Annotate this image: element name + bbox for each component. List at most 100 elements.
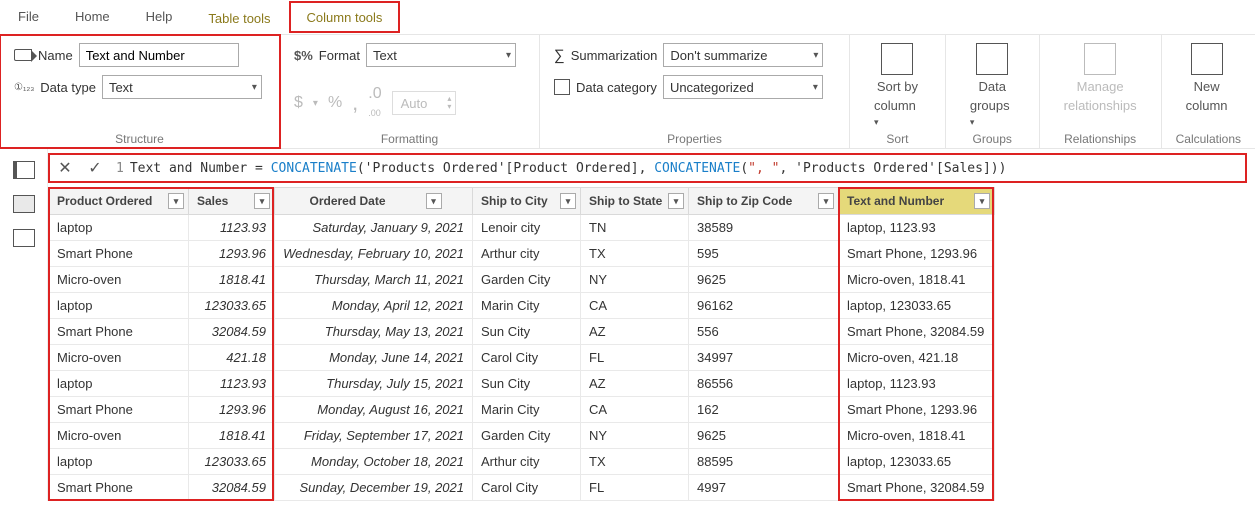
cell-product[interactable]: Smart Phone	[49, 319, 189, 345]
cell-zip[interactable]: 9625	[689, 423, 839, 449]
data-view-icon[interactable]	[13, 195, 35, 213]
cell-text[interactable]: Micro-oven, 1818.41	[839, 267, 995, 293]
cell-sales[interactable]: 1818.41	[189, 267, 275, 293]
cell-date[interactable]: Thursday, July 15, 2021	[275, 371, 473, 397]
formula-input[interactable]: Text and Number = CONCATENATE('Products …	[130, 161, 1245, 176]
cell-product[interactable]: Micro-oven	[49, 423, 189, 449]
cell-text[interactable]: laptop, 123033.65	[839, 449, 995, 475]
cell-date[interactable]: Thursday, May 13, 2021	[275, 319, 473, 345]
table-row[interactable]: laptop1123.93Saturday, January 9, 2021Le…	[49, 215, 995, 241]
tab-file[interactable]: File	[0, 0, 57, 34]
cell-zip[interactable]: 88595	[689, 449, 839, 475]
cell-city[interactable]: Carol City	[473, 475, 581, 501]
table-row[interactable]: laptop123033.65Monday, October 18, 2021A…	[49, 449, 995, 475]
col-header-zip[interactable]: Ship to Zip Code	[697, 194, 792, 208]
cell-state[interactable]: TN	[581, 215, 689, 241]
cell-state[interactable]: NY	[581, 267, 689, 293]
filter-dropdown-icon[interactable]: ▾	[560, 193, 576, 209]
category-select[interactable]: Uncategorized ▾	[663, 75, 823, 99]
cell-zip[interactable]: 96162	[689, 293, 839, 319]
sort-by-column-button[interactable]: Sort by column ▾	[864, 43, 931, 128]
tab-help[interactable]: Help	[128, 0, 191, 34]
cell-sales[interactable]: 1123.93	[189, 215, 275, 241]
report-view-icon[interactable]	[13, 161, 35, 179]
cell-city[interactable]: Garden City	[473, 423, 581, 449]
name-input[interactable]	[79, 43, 239, 67]
datatype-select[interactable]: Text ▾	[102, 75, 262, 99]
cell-state[interactable]: AZ	[581, 371, 689, 397]
cell-sales[interactable]: 1818.41	[189, 423, 275, 449]
filter-dropdown-icon[interactable]: ▾	[254, 193, 270, 209]
table-row[interactable]: Smart Phone1293.96Monday, August 16, 202…	[49, 397, 995, 423]
cell-city[interactable]: Marin City	[473, 293, 581, 319]
manage-relationships-button[interactable]: Manage relationships	[1054, 43, 1147, 113]
table-row[interactable]: Smart Phone32084.59Thursday, May 13, 202…	[49, 319, 995, 345]
col-header-sales[interactable]: Sales	[197, 194, 228, 208]
cell-date[interactable]: Saturday, January 9, 2021	[275, 215, 473, 241]
decimal-places-spinner[interactable]: Auto ▴▾	[392, 91, 457, 115]
cell-city[interactable]: Carol City	[473, 345, 581, 371]
cell-product[interactable]: Micro-oven	[49, 345, 189, 371]
table-row[interactable]: Micro-oven1818.41Thursday, March 11, 202…	[49, 267, 995, 293]
cell-state[interactable]: NY	[581, 423, 689, 449]
cell-state[interactable]: TX	[581, 449, 689, 475]
cell-product[interactable]: laptop	[49, 293, 189, 319]
cell-text[interactable]: laptop, 1123.93	[839, 371, 995, 397]
model-view-icon[interactable]	[13, 229, 35, 247]
cell-city[interactable]: Sun City	[473, 371, 581, 397]
cell-text[interactable]: Micro-oven, 421.18	[839, 345, 995, 371]
cell-text[interactable]: Micro-oven, 1818.41	[839, 423, 995, 449]
col-header-product[interactable]: Product Ordered	[57, 194, 152, 208]
cell-product[interactable]: Smart Phone	[49, 397, 189, 423]
cell-zip[interactable]: 162	[689, 397, 839, 423]
col-header-city[interactable]: Ship to City	[481, 194, 548, 208]
cell-zip[interactable]: 86556	[689, 371, 839, 397]
tab-table-tools[interactable]: Table tools	[190, 0, 288, 34]
cell-zip[interactable]: 556	[689, 319, 839, 345]
cell-date[interactable]: Wednesday, February 10, 2021	[275, 241, 473, 267]
cell-city[interactable]: Marin City	[473, 397, 581, 423]
table-row[interactable]: Micro-oven421.18Monday, June 14, 2021Car…	[49, 345, 995, 371]
cell-city[interactable]: Sun City	[473, 319, 581, 345]
cell-zip[interactable]: 595	[689, 241, 839, 267]
cell-product[interactable]: Micro-oven	[49, 267, 189, 293]
cell-text[interactable]: laptop, 123033.65	[839, 293, 995, 319]
col-header-state[interactable]: Ship to State	[589, 194, 662, 208]
tab-column-tools[interactable]: Column tools	[289, 1, 401, 33]
col-header-date[interactable]: Ordered Date	[309, 194, 385, 208]
cell-product[interactable]: Smart Phone	[49, 475, 189, 501]
cell-sales[interactable]: 123033.65	[189, 449, 275, 475]
filter-dropdown-icon[interactable]: ▾	[818, 193, 834, 209]
format-select[interactable]: Text ▾	[366, 43, 516, 67]
currency-button[interactable]: $	[294, 94, 303, 112]
data-groups-button[interactable]: Data groups ▾	[960, 43, 1025, 128]
table-row[interactable]: laptop123033.65Monday, April 12, 2021Mar…	[49, 293, 995, 319]
filter-dropdown-icon[interactable]: ▾	[668, 193, 684, 209]
cell-sales[interactable]: 1293.96	[189, 241, 275, 267]
cell-state[interactable]: FL	[581, 345, 689, 371]
filter-dropdown-icon[interactable]: ▾	[974, 193, 990, 209]
tab-home[interactable]: Home	[57, 0, 128, 34]
cell-sales[interactable]: 32084.59	[189, 319, 275, 345]
summarization-select[interactable]: Don't summarize ▾	[663, 43, 823, 67]
cell-text[interactable]: Smart Phone, 32084.59	[839, 319, 995, 345]
commit-formula-button[interactable]: ✓	[80, 158, 110, 178]
cell-sales[interactable]: 123033.65	[189, 293, 275, 319]
cell-sales[interactable]: 1123.93	[189, 371, 275, 397]
cell-text[interactable]: laptop, 1123.93	[839, 215, 995, 241]
cell-zip[interactable]: 34997	[689, 345, 839, 371]
cell-city[interactable]: Arthur city	[473, 241, 581, 267]
new-column-button[interactable]: New column	[1176, 43, 1238, 113]
cell-date[interactable]: Thursday, March 11, 2021	[275, 267, 473, 293]
cell-zip[interactable]: 9625	[689, 267, 839, 293]
cell-sales[interactable]: 1293.96	[189, 397, 275, 423]
table-row[interactable]: Smart Phone32084.59Sunday, December 19, …	[49, 475, 995, 501]
chevron-down-icon[interactable]: ▾	[447, 103, 451, 111]
cell-sales[interactable]: 32084.59	[189, 475, 275, 501]
cell-state[interactable]: CA	[581, 293, 689, 319]
cell-product[interactable]: laptop	[49, 371, 189, 397]
cell-date[interactable]: Monday, June 14, 2021	[275, 345, 473, 371]
filter-dropdown-icon[interactable]: ▾	[426, 193, 442, 209]
cell-date[interactable]: Sunday, December 19, 2021	[275, 475, 473, 501]
cell-zip[interactable]: 38589	[689, 215, 839, 241]
